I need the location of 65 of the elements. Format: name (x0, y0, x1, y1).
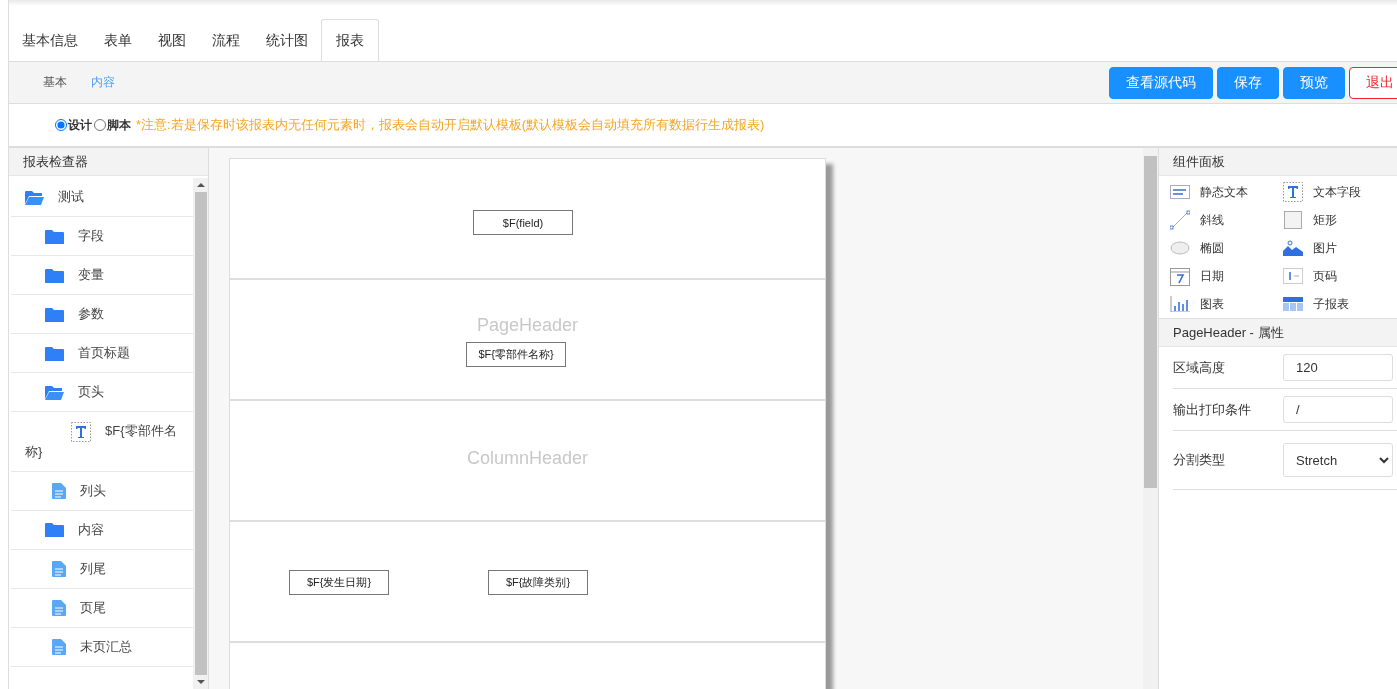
sub-tab[interactable]: 基本 (31, 74, 79, 91)
text-field-icon (1283, 182, 1303, 202)
field-element[interactable]: $F{零部件名称} (466, 342, 566, 367)
palette-item[interactable]: 矩形 (1283, 206, 1395, 234)
tab[interactable]: 基本信息 (9, 19, 91, 61)
tab[interactable]: 报表 (321, 19, 379, 61)
radio-label: 脚本 (107, 116, 131, 134)
field-element[interactable]: $F{发生日期} (289, 570, 389, 595)
tab[interactable]: 视图 (145, 19, 199, 61)
notice-text: *注意:若是保存时该报表内无任何元素时，报表会自动开启默认模板(默认模板会自动填充所有数据行生成报表) (136, 116, 765, 134)
palette-item[interactable]: 图片 (1283, 234, 1395, 262)
palette-item[interactable]: 图表 (1170, 290, 1283, 318)
document-icon (52, 561, 66, 578)
palette-item[interactable]: 静态文本 (1170, 178, 1283, 206)
tab[interactable]: 表单 (91, 19, 145, 61)
input-field[interactable]: / (1283, 396, 1393, 423)
field-element[interactable]: $F{故障类别} (488, 570, 588, 595)
palette-item[interactable]: 页码 (1283, 262, 1395, 290)
input-field[interactable]: 120 (1283, 354, 1393, 381)
radio-button[interactable] (94, 119, 106, 131)
tree-item[interactable]: $F{零部件名称} (11, 412, 193, 472)
calendar-icon (1170, 266, 1190, 286)
tree-item[interactable]: 首页标题 (11, 334, 193, 373)
radio-button[interactable] (55, 119, 67, 131)
palette-item[interactable]: 文本字段 (1283, 178, 1395, 206)
bar-chart-icon (1170, 296, 1190, 312)
scrollbar[interactable] (1143, 148, 1158, 689)
dropdown[interactable]: Stretch (1283, 443, 1393, 477)
property-label: 分割类型 (1173, 451, 1226, 469)
tree-item[interactable]: 末页汇总 (11, 627, 193, 667)
tree-item[interactable]: 测试 (11, 178, 193, 217)
property-label: 区域高度 (1173, 358, 1226, 377)
tree-item[interactable]: 列头 (11, 471, 193, 511)
panel-title: PageHeader - 属性 (1159, 319, 1397, 347)
radio-label: 设计 (68, 116, 92, 134)
page-number-icon (1283, 268, 1303, 284)
tab[interactable]: 统计图 (253, 19, 321, 61)
tree-item[interactable]: 页头 (11, 373, 193, 412)
palette-item[interactable]: 子报表 (1283, 290, 1395, 318)
property-label: 输出打印条件 (1173, 400, 1252, 419)
palette-item[interactable]: 椭圆 (1170, 234, 1283, 262)
document-icon (52, 483, 66, 500)
document-icon (52, 600, 66, 617)
field-element[interactable]: $F(field) (473, 210, 573, 235)
panel-title: 组件面板 (1159, 148, 1397, 176)
tree-item[interactable]: 参数 (11, 295, 193, 334)
exit-button[interactable]: 退出 (1349, 66, 1397, 99)
palette-item[interactable]: 日期 (1170, 262, 1283, 290)
palette-item[interactable]: 斜线 (1170, 206, 1283, 234)
document-icon (52, 639, 66, 656)
table-icon (1283, 297, 1303, 311)
image-icon (1283, 240, 1303, 256)
rectangle-icon (1283, 210, 1303, 230)
text-label-icon (1170, 185, 1190, 199)
scrollbar[interactable] (193, 178, 208, 689)
text-field-icon (71, 421, 91, 442)
tab[interactable]: 流程 (199, 19, 253, 61)
line-icon (1170, 210, 1190, 230)
tree-item[interactable]: 字段 (11, 217, 193, 256)
tree-item[interactable]: 列尾 (11, 549, 193, 589)
tree-item[interactable]: 页尾 (11, 588, 193, 628)
ellipse-icon (1170, 241, 1190, 255)
panel-title: 报表检查器 (9, 148, 208, 176)
tree-item[interactable]: 变量 (11, 256, 193, 295)
tree-item[interactable]: 内容 (11, 510, 193, 550)
